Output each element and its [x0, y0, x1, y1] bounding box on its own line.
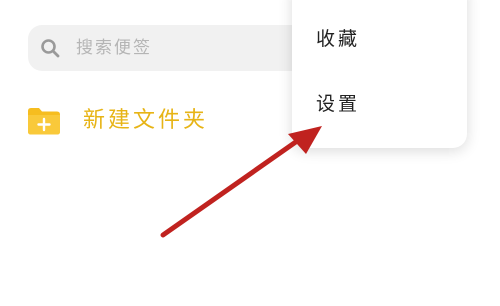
new-folder-button[interactable]: 新建文件夹: [27, 104, 267, 138]
search-icon: [41, 39, 60, 58]
search-placeholder: 搜索便签: [76, 38, 152, 58]
new-folder-label: 新建文件夹: [83, 108, 209, 133]
menu-item-favorites[interactable]: 收藏: [316, 22, 360, 56]
overflow-menu: 收藏 设置: [292, 0, 467, 148]
folder-plus-icon: [28, 108, 60, 135]
search-bar[interactable]: 搜索便签: [28, 25, 320, 71]
menu-item-settings[interactable]: 设置: [316, 87, 360, 121]
